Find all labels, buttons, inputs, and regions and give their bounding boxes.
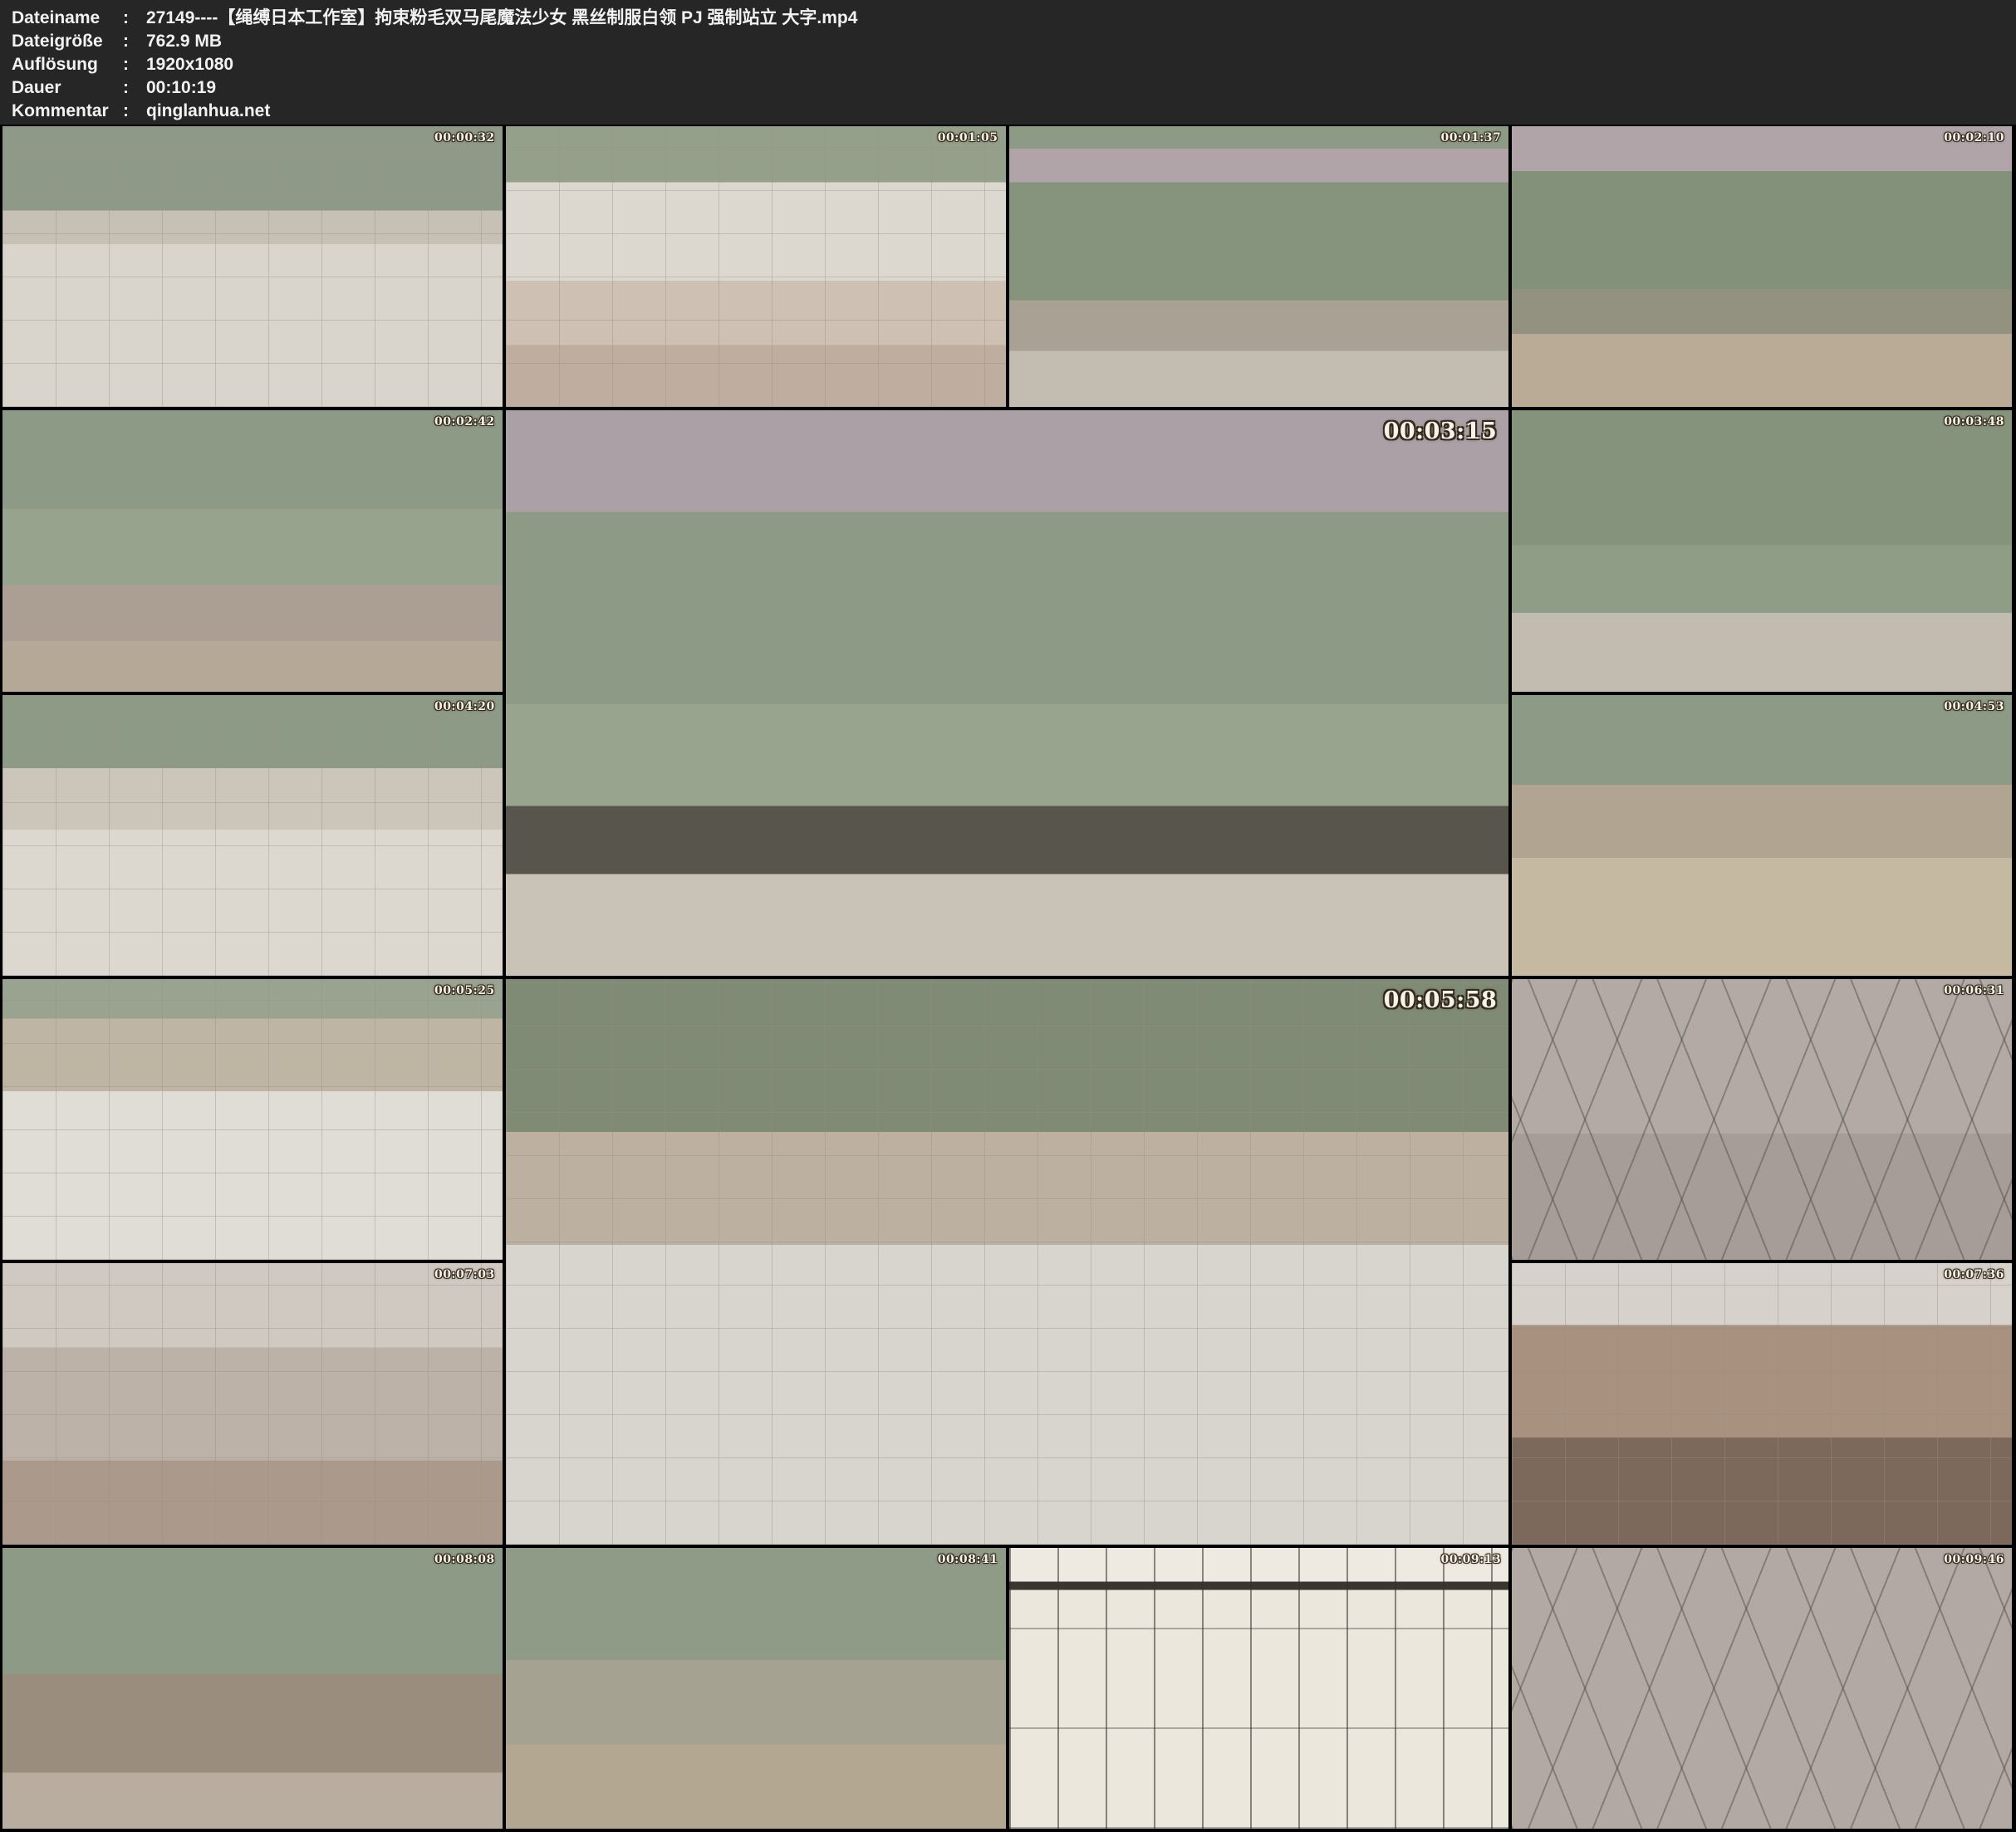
file-info-row: Dauer : 00:10:19 [12, 76, 2016, 100]
filename-value: 27149----【绳缚日本工作室】拘束粉毛双马尾魔法少女 黑丝制服白领 PJ … [146, 7, 2016, 30]
thumbnail: 00:01:05 [506, 126, 1006, 407]
contact-sheet: Dateiname : 27149----【绳缚日本工作室】拘束粉毛双马尾魔法少… [0, 0, 2016, 1832]
timestamp-badge: 00:03:15 [1384, 419, 1498, 444]
thumbnail: 00:03:15 [506, 410, 1509, 976]
file-info-label: Auflösung [12, 53, 123, 76]
timestamp-badge: 00:01:05 [938, 131, 998, 145]
file-info-row: Dateiname : 27149----【绳缚日本工作室】拘束粉毛双马尾魔法少… [12, 7, 2016, 30]
file-info-label: Dauer [12, 76, 123, 100]
thumbnail: 00:06:31 [1512, 979, 2012, 1260]
timestamp-badge: 00:02:10 [1944, 131, 2004, 145]
thumbnail: 00:04:53 [1512, 695, 2012, 976]
file-info-row: Kommentar : qinglanhua.net [12, 100, 2016, 123]
timestamp-badge: 00:05:58 [1384, 987, 1498, 1013]
file-info-label: Dateigröße [12, 30, 123, 53]
file-info-label: Dateiname [12, 7, 123, 30]
resolution-value: 1920x1080 [146, 53, 2016, 76]
thumbnail: 00:03:48 [1512, 410, 2012, 691]
timestamp-badge: 00:04:53 [1944, 700, 2004, 713]
thumbnail: 00:01:37 [1009, 126, 1509, 407]
thumbnail: 00:08:08 [2, 1548, 503, 1829]
file-info-separator: : [123, 53, 146, 76]
file-info-label: Kommentar [12, 100, 123, 123]
timestamp-badge: 00:07:03 [434, 1268, 495, 1281]
timestamp-badge: 00:04:20 [434, 700, 495, 713]
file-info-row: Auflösung : 1920x1080 [12, 53, 2016, 76]
thumbnail: 00:00:32 [2, 126, 503, 407]
thumbnail-grid: 00:00:32 00:01:05 00:01:37 00:02:10 00:0… [0, 125, 2016, 1832]
thumbnail: 00:02:10 [1512, 126, 2012, 407]
timestamp-badge: 00:03:48 [1944, 415, 2004, 429]
timestamp-badge: 00:06:31 [1944, 984, 2004, 997]
thumbnail: 00:05:58 [506, 979, 1509, 1545]
timestamp-badge: 00:08:08 [434, 1553, 495, 1566]
timestamp-badge: 00:01:37 [1440, 131, 1501, 145]
file-info-row: Dateigröße : 762.9 MB [12, 30, 2016, 53]
timestamp-badge: 00:02:42 [434, 415, 495, 429]
timestamp-badge: 00:09:13 [1440, 1553, 1501, 1566]
timestamp-badge: 00:00:32 [434, 131, 495, 145]
file-info-separator: : [123, 76, 146, 100]
comment-value: qinglanhua.net [146, 100, 2016, 123]
timestamp-badge: 00:07:36 [1944, 1268, 2004, 1281]
timestamp-badge: 00:08:41 [938, 1553, 998, 1566]
thumbnail: 00:04:20 [2, 695, 503, 976]
file-info-separator: : [123, 30, 146, 53]
thumbnail: 00:08:41 [506, 1548, 1006, 1829]
file-info-separator: : [123, 100, 146, 123]
file-info-separator: : [123, 7, 146, 30]
thumbnail: 00:05:25 [2, 979, 503, 1260]
thumbnail: 00:09:46 [1512, 1548, 2012, 1829]
file-info-header: Dateiname : 27149----【绳缚日本工作室】拘束粉毛双马尾魔法少… [0, 0, 2016, 125]
timestamp-badge: 00:05:25 [434, 984, 495, 997]
timestamp-badge: 00:09:46 [1944, 1553, 2004, 1566]
filesize-value: 762.9 MB [146, 30, 2016, 53]
thumbnail: 00:02:42 [2, 410, 503, 691]
duration-value: 00:10:19 [146, 76, 2016, 100]
thumbnail: 00:09:13 [1009, 1548, 1509, 1829]
thumbnail: 00:07:36 [1512, 1263, 2012, 1544]
thumbnail: 00:07:03 [2, 1263, 503, 1544]
